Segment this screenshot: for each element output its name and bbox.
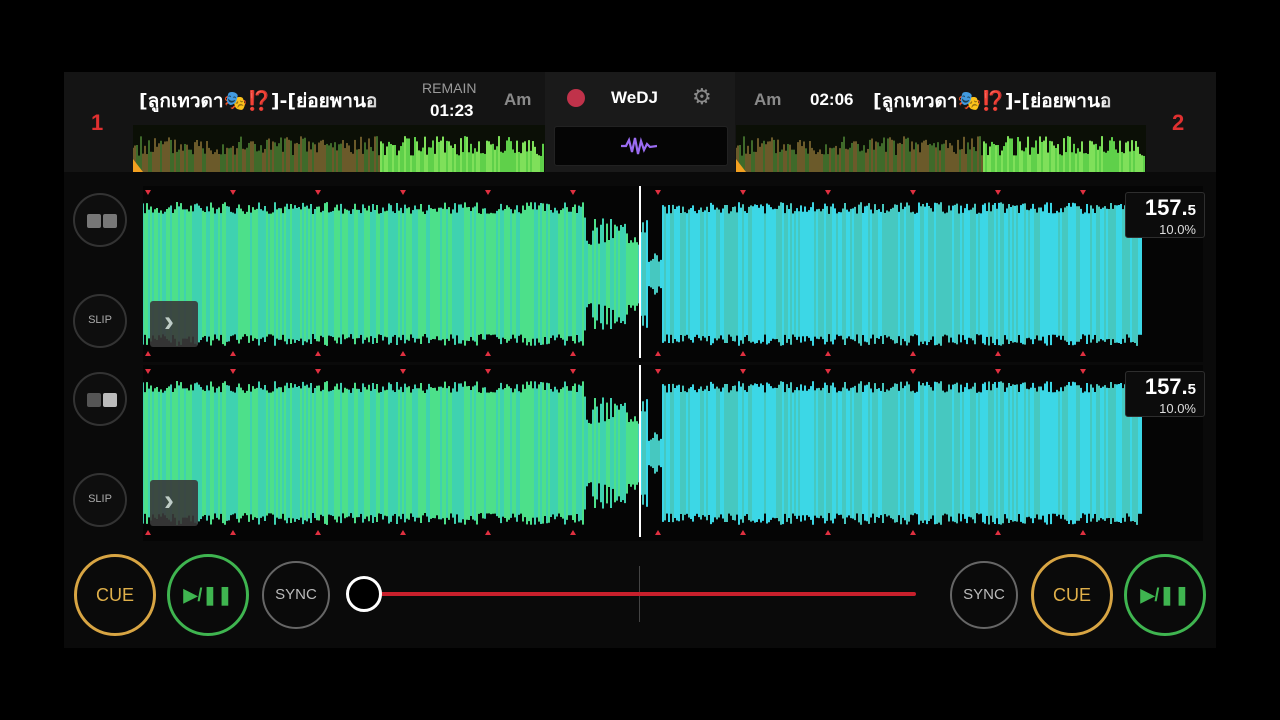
deck-2-track-title[interactable]: [ลูกเทวดา🎭⁉️]-[ย่อยพานอ	[873, 86, 1141, 112]
crossfader-track[interactable]	[363, 592, 916, 596]
deck-1-overview-waveform[interactable]	[133, 125, 545, 172]
deck-1-remain-label: REMAIN	[422, 80, 477, 96]
deck-1-waveform-graph	[143, 186, 1203, 362]
loop-icon	[87, 393, 117, 407]
pitch-percent: 10.0%	[1159, 401, 1196, 416]
deck-2-bpm-display[interactable]: 157.5 10.0%	[1125, 371, 1205, 417]
brand-logo: WeDJ	[611, 88, 658, 107]
deck-2-cue-button[interactable]: CUE	[1031, 554, 1113, 636]
bpm-value: 157.	[1144, 374, 1188, 399]
bpm-decimal: 5	[1187, 202, 1196, 219]
waveform-view-button[interactable]	[554, 126, 728, 166]
deck-1-bpm-display[interactable]: 157.5 10.0%	[1125, 192, 1205, 238]
bpm-value: 157.	[1144, 195, 1188, 220]
deck-1-track-title[interactable]: [ลูกเทวดา🎭⁉️]-[ย่อยพานอ	[139, 86, 407, 112]
slip-label: SLIP	[88, 314, 112, 326]
deck-2-overview-waveform[interactable]	[736, 125, 1146, 172]
deck-1-playhead	[639, 186, 641, 358]
center-panel: WeDJ ⚙	[545, 72, 735, 172]
deck-1-number: 1	[91, 110, 104, 135]
waveform-icon	[621, 136, 657, 155]
chevron-right-icon: ›	[164, 484, 174, 517]
chevron-right-icon: ›	[164, 305, 174, 338]
deck-1-key: Am	[504, 90, 532, 109]
lane-1-expand-button[interactable]: ›	[150, 301, 198, 347]
deck-2-sync-button[interactable]: SYNC	[950, 561, 1018, 629]
deck-2-time[interactable]: 02:06	[810, 90, 853, 110]
deck-2-overview-graph	[736, 136, 1145, 172]
deck-1-time[interactable]: 01:23	[430, 101, 473, 121]
deck-2-playhead	[639, 365, 641, 537]
lane-1-slip-button[interactable]: SLIP	[73, 294, 127, 348]
record-button[interactable]	[567, 89, 585, 107]
lane-2-loop-button[interactable]	[73, 372, 127, 426]
deck-1-waveform[interactable]	[143, 186, 1203, 362]
deck-2-key: Am	[754, 90, 782, 109]
gear-icon[interactable]: ⚙	[692, 84, 712, 110]
deck-1-cue-button[interactable]: CUE	[74, 554, 156, 636]
deck-1-play-pause-button[interactable]: ▶/❚❚	[167, 554, 249, 636]
lane-2-slip-button[interactable]: SLIP	[73, 473, 127, 527]
crossfader-knob[interactable]	[346, 576, 382, 612]
wedj-app: 1 [ลูกเทวดา🎭⁉️]-[ย่อยพานอ REMAIN 01:23 A…	[64, 72, 1216, 648]
deck-1-sync-button[interactable]: SYNC	[262, 561, 330, 629]
deck-2-number: 2	[1172, 110, 1185, 135]
deck-2-play-pause-button[interactable]: ▶/❚❚	[1124, 554, 1206, 636]
loop-icon	[87, 214, 117, 228]
top-bar: 1 [ลูกเทวดา🎭⁉️]-[ย่อยพานอ REMAIN 01:23 A…	[64, 72, 1216, 172]
pitch-percent: 10.0%	[1159, 222, 1196, 237]
lane-2-expand-button[interactable]: ›	[150, 480, 198, 526]
deck-2-waveform[interactable]	[143, 365, 1203, 541]
bpm-decimal: 5	[1187, 381, 1196, 398]
lane-1-loop-button[interactable]	[73, 193, 127, 247]
deck-1-overview-graph	[133, 136, 544, 172]
deck-2-waveform-graph	[143, 365, 1203, 541]
slip-label: SLIP	[88, 493, 112, 505]
